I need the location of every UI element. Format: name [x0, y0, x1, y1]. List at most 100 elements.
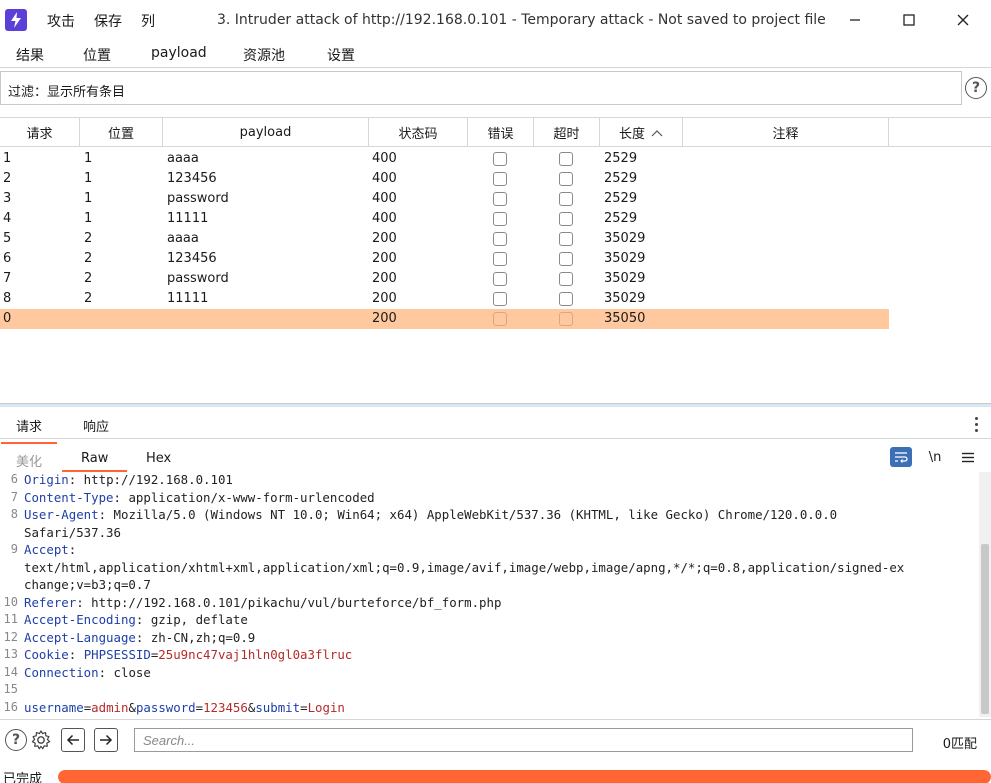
cell-payload: 123456 — [167, 251, 217, 266]
cell-status: 200 — [372, 311, 397, 326]
column-header-timeout[interactable]: 超时 — [534, 118, 600, 147]
cell-length: 2529 — [604, 211, 638, 226]
code-key: Content-Type — [24, 489, 114, 505]
table-row[interactable]: 3 1 password 400 2529 — [0, 189, 889, 209]
previous-match-button[interactable] — [61, 728, 85, 752]
code-text: Safari/537.36 — [24, 524, 121, 542]
show-newlines-button[interactable]: \n — [924, 447, 946, 467]
tab-settings[interactable]: 设置 — [327, 45, 355, 65]
code-value: : gzip, deflate — [135, 612, 248, 627]
hamburger-icon — [962, 452, 974, 462]
line-number: 12 — [3, 629, 18, 644]
column-header-note[interactable]: 注释 — [683, 118, 889, 147]
code-key: PHPSESSID — [83, 647, 151, 662]
tab-raw[interactable]: Raw — [61, 451, 128, 472]
menu-columns[interactable]: 列 — [141, 11, 155, 31]
cell-position: 2 — [84, 271, 93, 286]
tab-positions[interactable]: 位置 — [83, 45, 111, 65]
code-text: Content-Type: application/x-www-form-url… — [24, 489, 375, 507]
minimize-icon — [850, 19, 860, 21]
table-row[interactable]: 2 1 123456 400 2529 — [0, 169, 889, 189]
cell-request: 7 — [3, 271, 12, 286]
cell-error-checkbox — [493, 152, 507, 166]
view-tab-bar: 美化 Raw Hex \n — [0, 442, 991, 472]
cell-timeout-checkbox — [559, 152, 573, 166]
cell-payload: 123456 — [167, 171, 217, 186]
line-number: 15 — [3, 682, 18, 696]
message-tab-bar: 请求 响应 — [0, 409, 991, 444]
table-row[interactable]: 4 1 11111 400 2529 — [0, 209, 889, 229]
filter-bar[interactable]: 过滤：显示所有条目 — [0, 71, 962, 105]
cell-timeout-checkbox — [559, 312, 573, 326]
cell-request: 6 — [3, 251, 12, 266]
tab-hex[interactable]: Hex — [146, 451, 171, 466]
code-value: change;v=b3;q=0.7 — [24, 577, 151, 592]
tab-pretty[interactable]: 美化 — [16, 451, 42, 470]
menu-attack[interactable]: 攻击 — [47, 11, 75, 31]
cell-request: 2 — [3, 171, 12, 186]
search-help-button[interactable]: ? — [4, 728, 28, 752]
column-header-position[interactable]: 位置 — [80, 118, 163, 147]
code-param-value: Login — [307, 699, 345, 715]
maximize-button[interactable] — [886, 5, 932, 35]
splitter-handle[interactable] — [0, 404, 991, 407]
column-header-request[interactable]: 请求 — [0, 118, 80, 147]
column-header-label: payload — [239, 125, 292, 140]
editor-scrollbar[interactable] — [979, 472, 991, 717]
code-value: : application/x-www-form-urlencoded — [113, 489, 375, 505]
search-input[interactable] — [134, 728, 913, 752]
word-wrap-button[interactable] — [890, 447, 912, 467]
code-value: : close — [98, 664, 151, 680]
column-header-label: 错误 — [487, 127, 514, 142]
cell-status: 400 — [372, 151, 397, 166]
line-number: 9 — [10, 542, 18, 556]
table-row[interactable]: 7 2 password 200 35029 — [0, 269, 889, 289]
tab-results[interactable]: 结果 — [2, 45, 58, 73]
cell-length: 35029 — [604, 251, 646, 266]
code-value: : Mozilla/5.0 (Windows NT 10.0; Win64; x… — [98, 507, 838, 522]
raw-request-editor[interactable]: 6 Origin: http://192.168.0.101 7 Content-Ty… — [0, 472, 979, 717]
code-param-value: 25u9nc47vaj1hln0gl0a3flruc — [158, 647, 353, 662]
table-row[interactable]: 8 2 11111 200 35029 — [0, 289, 889, 309]
cell-position: 1 — [84, 171, 93, 186]
column-header-error[interactable]: 错误 — [468, 118, 534, 147]
status-text: 已完成 — [3, 772, 43, 783]
code-text: Accept: — [24, 541, 76, 559]
table-row[interactable]: 5 2 aaaa 200 35029 — [0, 229, 889, 249]
table-row[interactable]: 1 1 aaaa 400 2529 — [0, 149, 889, 169]
cell-status: 200 — [372, 291, 397, 306]
close-button[interactable] — [940, 5, 986, 35]
tab-request[interactable]: 请求 — [0, 416, 58, 444]
cell-status: 400 — [372, 211, 397, 226]
word-wrap-icon — [895, 452, 908, 463]
scrollbar-thumb[interactable] — [981, 544, 989, 714]
code-text: change;v=b3;q=0.7 — [24, 576, 151, 594]
cell-length: 35050 — [604, 311, 646, 326]
cell-status: 400 — [372, 171, 397, 186]
attack-progress-bar — [58, 770, 991, 783]
table-row[interactable]: 6 2 123456 200 35029 — [0, 249, 889, 269]
more-options-icon[interactable] — [975, 417, 979, 435]
column-header-label: 状态码 — [398, 127, 438, 142]
tab-response[interactable]: 响应 — [83, 416, 109, 435]
cell-error-checkbox — [493, 252, 507, 266]
minimize-button[interactable] — [832, 5, 878, 35]
cell-position: 1 — [84, 151, 93, 166]
search-settings-button[interactable] — [29, 728, 53, 752]
tab-payload[interactable]: payload — [151, 45, 207, 61]
table-row[interactable]: 0 200 35050 — [0, 309, 889, 329]
code-key: submit — [255, 699, 301, 715]
cell-payload: aaaa — [167, 151, 199, 166]
filter-help-icon[interactable]: ? — [965, 77, 987, 99]
tab-resource-pool[interactable]: 资源池 — [243, 45, 285, 65]
menu-save[interactable]: 保存 — [94, 11, 122, 31]
menu-button[interactable] — [957, 447, 979, 467]
column-header-payload[interactable]: payload — [163, 118, 369, 147]
code-key: Connection — [24, 664, 99, 680]
cell-payload: password — [167, 191, 229, 206]
next-match-button[interactable] — [94, 728, 118, 752]
code-key: Referer — [24, 594, 77, 610]
column-header-length[interactable]: 长度 — [600, 118, 683, 147]
column-header-status[interactable]: 状态码 — [369, 118, 468, 147]
cell-error-checkbox — [493, 272, 507, 286]
